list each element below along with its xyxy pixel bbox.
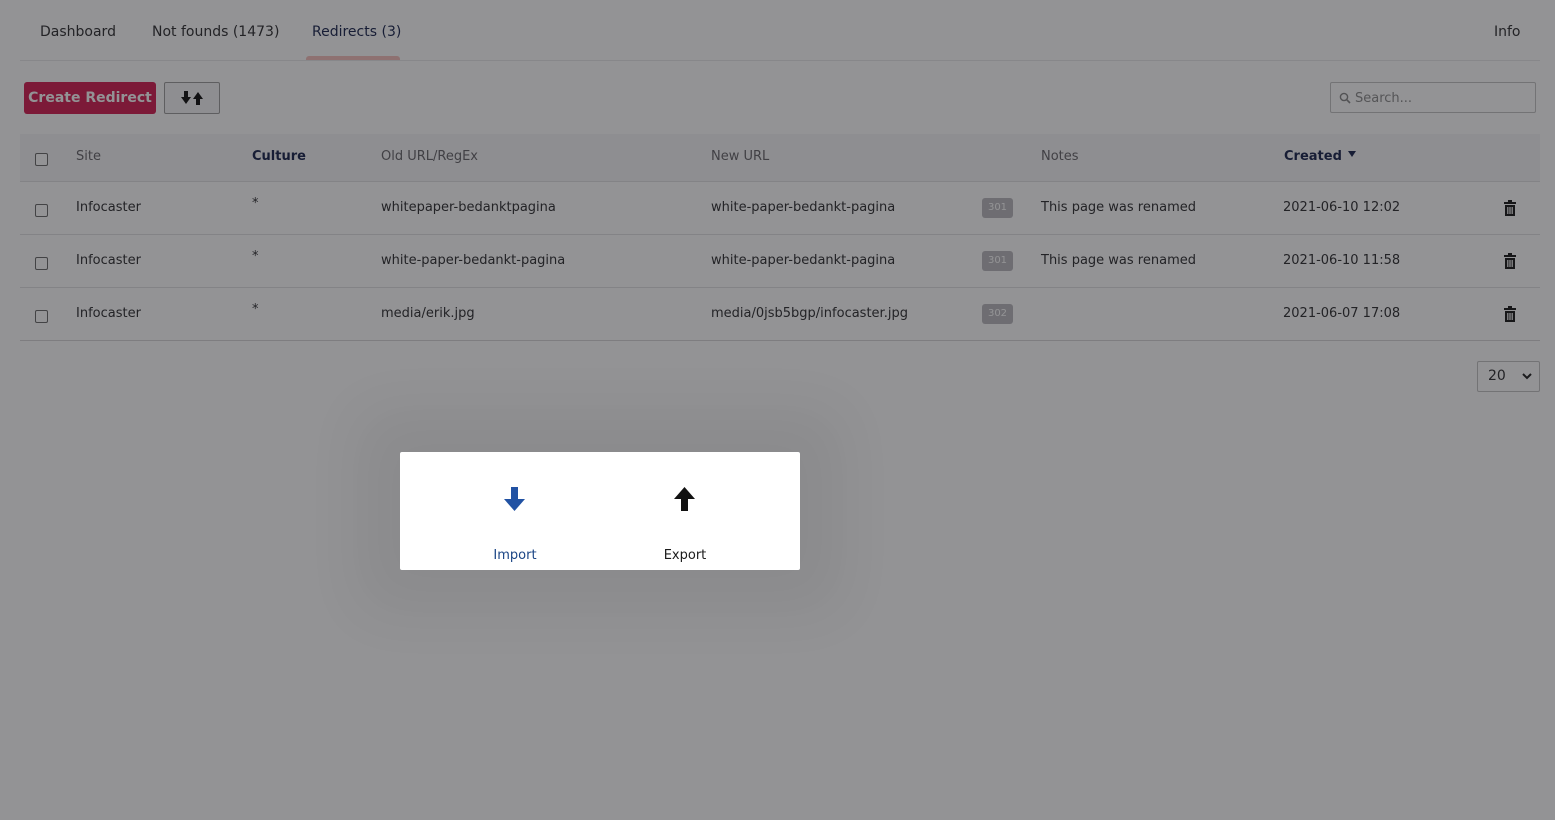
import-option[interactable]: Import	[475, 482, 555, 563]
export-option[interactable]: Export	[645, 482, 725, 563]
modal-overlay[interactable]	[0, 0, 1555, 820]
import-export-dialog: Import Export	[400, 452, 800, 570]
import-label: Import	[493, 548, 537, 563]
export-label: Export	[663, 548, 707, 563]
arrow-down-icon	[504, 487, 525, 511]
arrow-up-icon	[674, 487, 695, 511]
